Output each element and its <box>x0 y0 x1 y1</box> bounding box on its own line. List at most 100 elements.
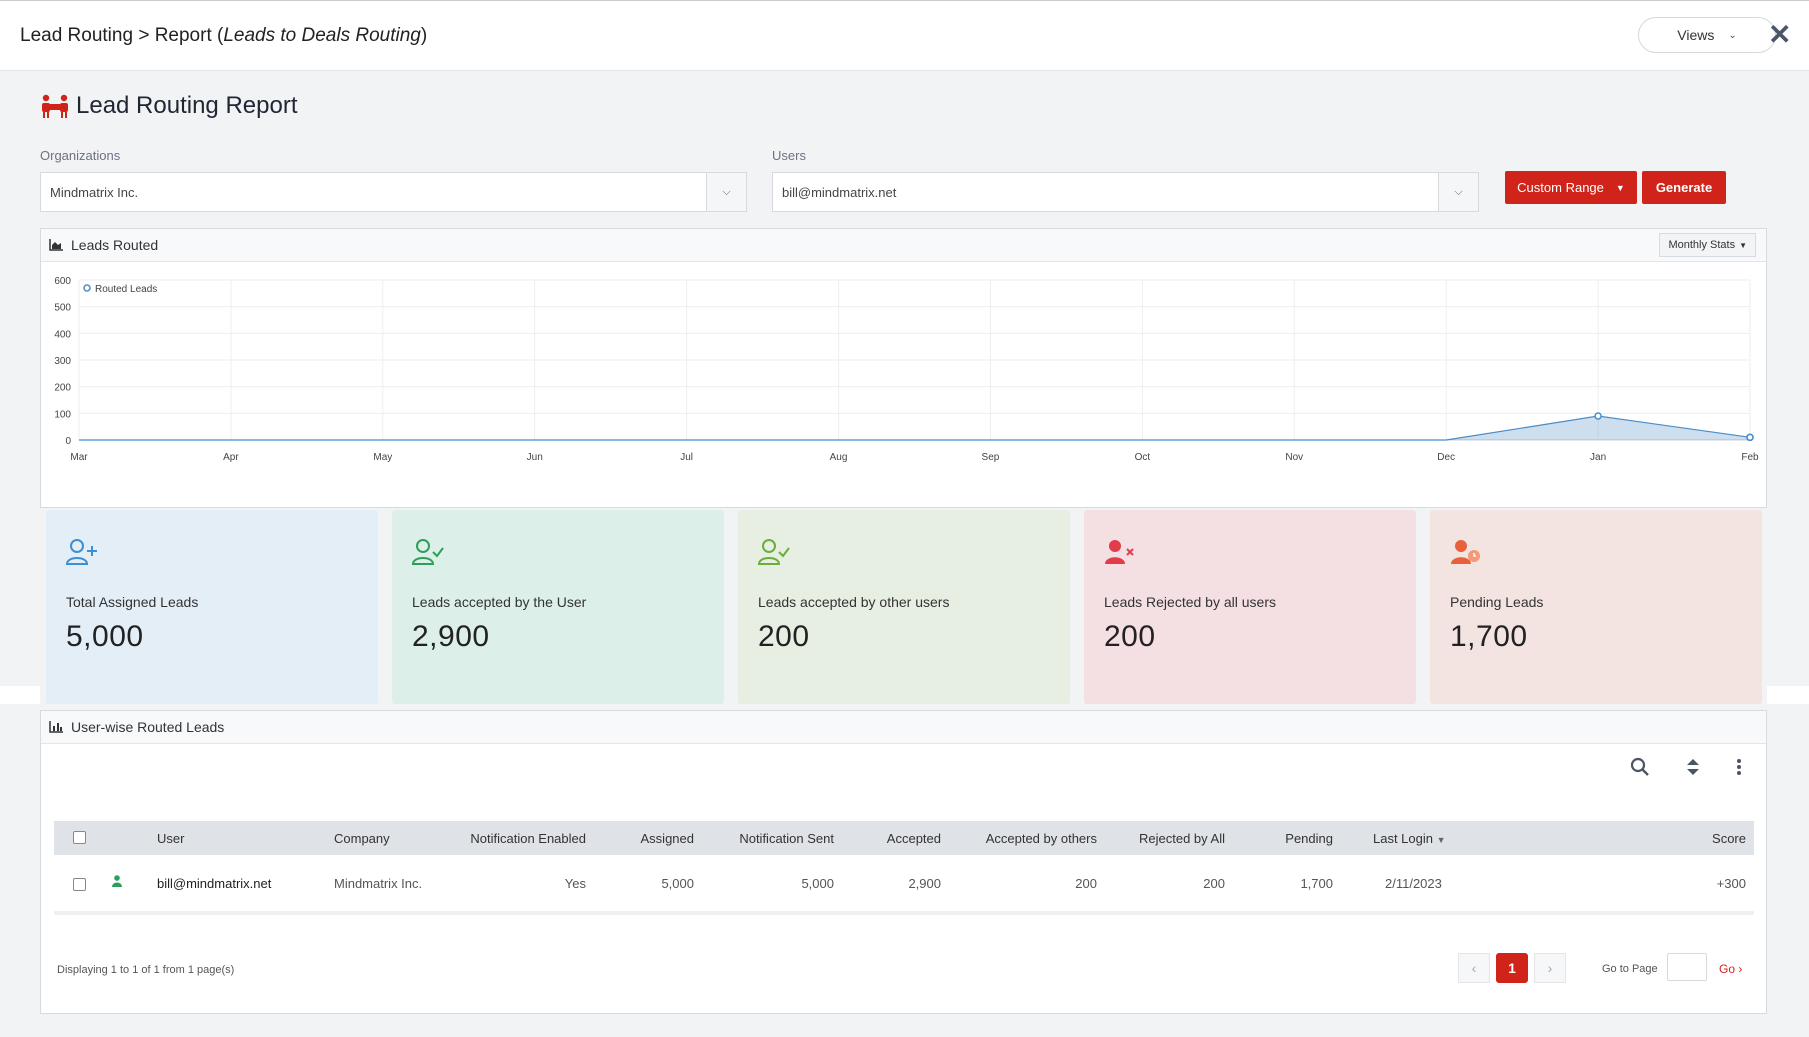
user-check-icon <box>412 539 444 565</box>
lead-routing-icon <box>42 94 68 118</box>
column-header-last-login[interactable]: Last Login ▼ <box>1373 831 1446 846</box>
stat-card-label: Pending Leads <box>1450 594 1544 610</box>
user-wise-header: User-wise Routed Leads <box>41 711 1766 744</box>
cell-score: +300 <box>1716 875 1746 891</box>
x-tick-label: Oct <box>1135 452 1151 463</box>
generate-button[interactable]: Generate <box>1642 171 1726 204</box>
stat-card-value: 5,000 <box>66 620 144 653</box>
y-tick-label: 300 <box>54 356 71 367</box>
series-area <box>79 416 1750 440</box>
caret-down-icon: ▼ <box>1739 240 1747 250</box>
stat-card-total-assigned: Total Assigned Leads 5,000 <box>46 510 378 704</box>
row-checkbox[interactable] <box>73 878 86 894</box>
stat-card-value: 200 <box>758 620 810 653</box>
column-header-assigned[interactable]: Assigned <box>614 831 694 846</box>
column-header-notification-sent[interactable]: Notification Sent <box>714 831 834 846</box>
column-header-score[interactable]: Score <box>1474 831 1746 846</box>
data-point <box>1594 412 1602 420</box>
leads-routed-title: Leads Routed <box>71 237 159 253</box>
close-icon[interactable]: ✕ <box>1768 19 1791 51</box>
bar-chart-icon <box>49 721 63 733</box>
column-header-notification-enabled[interactable]: Notification Enabled <box>454 831 586 846</box>
column-header-accepted[interactable]: Accepted <box>854 831 941 846</box>
cell-assigned: 5,000 <box>661 875 694 891</box>
report-body: Lead Routing Report Organizations Mindma… <box>0 72 1809 1037</box>
column-header-user[interactable]: User <box>157 831 184 846</box>
user-x-icon <box>1105 540 1134 564</box>
cell-user[interactable]: bill@mindmatrix.net <box>157 876 271 891</box>
pagination: ‹ 1 › <box>1458 953 1566 983</box>
stat-card-label: Leads accepted by other users <box>758 594 950 610</box>
breadcrumb: Lead Routing > Report (Leads to Deals Ro… <box>20 25 427 47</box>
column-header-pending[interactable]: Pending <box>1244 831 1333 846</box>
users-select[interactable]: bill@mindmatrix.net ⌵ <box>772 172 1479 212</box>
report-title-text: Lead Routing Report <box>76 92 298 119</box>
stat-card-label: Total Assigned Leads <box>66 594 199 610</box>
top-bar: Lead Routing > Report (Leads to Deals Ro… <box>0 0 1809 71</box>
go-button[interactable]: Go › <box>1719 962 1742 976</box>
next-page-button[interactable]: › <box>1534 953 1566 983</box>
cell-notification-enabled: Yes <box>564 875 586 891</box>
table-header: User Company Notification Enabled Assign… <box>54 821 1754 855</box>
column-header-accepted-by-others[interactable]: Accepted by others <box>954 831 1097 846</box>
select-all-checkbox[interactable] <box>73 831 86 847</box>
legend-label: Routed Leads <box>95 284 157 295</box>
custom-range-button[interactable]: Custom Range ▼ <box>1505 171 1637 204</box>
x-tick-label: Feb <box>1741 452 1759 463</box>
cell-accepted-by-others: 200 <box>1075 875 1097 891</box>
caret-down-icon: ▼ <box>1615 182 1625 193</box>
chevron-down-icon[interactable]: ⌵ <box>706 173 746 211</box>
x-tick-label: Jul <box>680 452 693 463</box>
users-value: bill@mindmatrix.net <box>782 184 897 200</box>
y-tick-label: 100 <box>54 409 71 420</box>
leads-routed-header: Leads Routed <box>41 229 1766 262</box>
monthly-stats-label: Monthly Stats <box>1668 239 1736 251</box>
breadcrumb-prefix: Lead Routing > Report ( <box>20 25 224 46</box>
stat-card-value: 1,700 <box>1450 620 1528 653</box>
page-button-1[interactable]: 1 <box>1496 953 1528 983</box>
stat-card-value: 200 <box>1104 620 1156 653</box>
prev-page-button[interactable]: ‹ <box>1458 953 1490 983</box>
breadcrumb-suffix: ) <box>420 25 428 46</box>
leads-routed-panel: Leads Routed Monthly Stats ▼ 0 100 200 300 4… <box>40 228 1767 508</box>
stat-card-accepted-by-others: Leads accepted by other users 200 <box>738 510 1070 704</box>
chevron-down-icon[interactable]: ⌵ <box>1438 173 1478 211</box>
views-dropdown-button[interactable]: Views ⌄ <box>1638 17 1776 53</box>
stat-card-pending: Pending Leads 1,700 <box>1430 510 1762 704</box>
table-toolbar <box>1630 757 1742 777</box>
search-icon[interactable] <box>1630 757 1650 777</box>
user-check-icon <box>758 539 790 565</box>
organizations-select[interactable]: Mindmatrix Inc. ⌵ <box>40 172 747 212</box>
table-row[interactable]: bill@mindmatrix.net Mindmatrix Inc. Yes … <box>54 855 1754 915</box>
organizations-value: Mindmatrix Inc. <box>50 184 139 200</box>
cell-last-login: 2/11/2023 <box>1385 875 1442 891</box>
column-header-rejected-by-all[interactable]: Rejected by All <box>1114 831 1225 846</box>
monthly-stats-dropdown[interactable]: Monthly Stats ▼ <box>1659 233 1756 257</box>
users-label: Users <box>772 148 806 163</box>
go-label: Go <box>1719 962 1736 976</box>
stat-card-rejected-by-all: Leads Rejected by all users 200 <box>1084 510 1416 704</box>
breadcrumb-report-name: Leads to Deals Routing <box>223 25 421 46</box>
cell-accepted: 2,900 <box>908 875 941 891</box>
x-tick-label: Nov <box>1285 452 1303 463</box>
y-tick-label: 500 <box>54 303 71 314</box>
cell-rejected-by-all: 200 <box>1203 875 1225 891</box>
more-vertical-icon[interactable] <box>1736 758 1742 776</box>
cell-company: Mindmatrix Inc. <box>334 875 423 891</box>
routed-leads-table: User Company Notification Enabled Assign… <box>54 821 1754 915</box>
organizations-label: Organizations <box>40 148 121 163</box>
area-chart-icon <box>49 239 63 251</box>
go-to-page-input[interactable] <box>1667 953 1707 981</box>
x-tick-label: Mar <box>70 452 88 463</box>
x-tick-label: May <box>373 452 392 463</box>
stat-card-label: Leads accepted by the User <box>412 594 587 610</box>
user-active-icon <box>112 875 122 890</box>
sort-icon[interactable] <box>1686 758 1700 776</box>
user-clock-icon <box>1451 540 1480 564</box>
x-tick-label: Apr <box>223 452 239 463</box>
page-title: Lead Routing Report <box>40 92 297 120</box>
divider <box>0 686 40 704</box>
legend-marker <box>83 284 91 292</box>
x-tick-label: Jun <box>527 452 543 463</box>
column-header-company[interactable]: Company <box>334 831 390 846</box>
